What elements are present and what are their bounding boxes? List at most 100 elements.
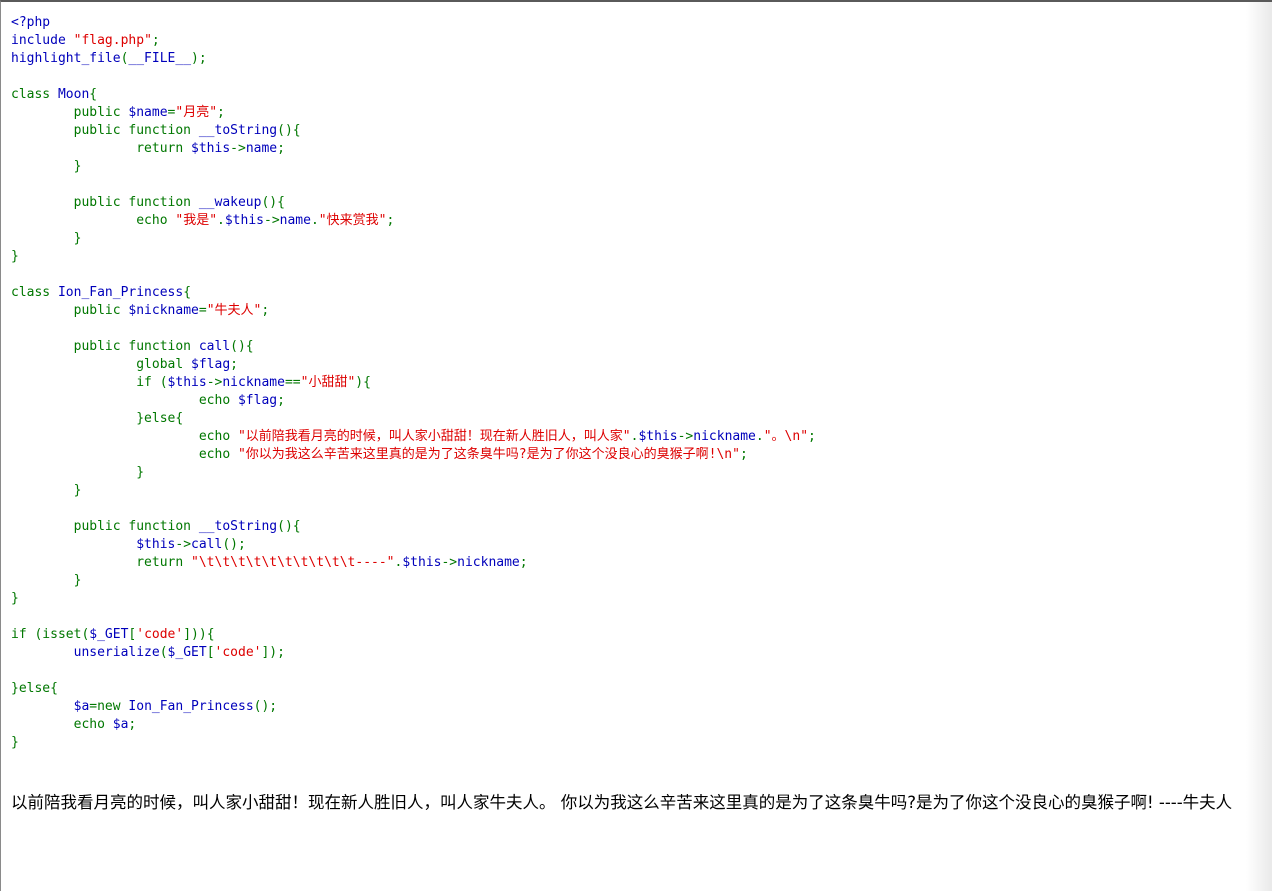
code-token: (); [222,537,246,552]
code-token: ; [261,303,270,318]
code-token: name [245,141,278,156]
php-source-code: <?php include "flag.php"; highlight_file ( _… [11,14,816,752]
code-line: }else{ [11,680,816,698]
code-token: ; [808,429,816,444]
code-token: public [11,105,129,120]
code-token: $_GET [89,627,129,642]
code-token: }else{ [11,411,184,426]
code-token: $this [638,429,678,444]
code-token: $this [11,537,176,552]
code-line: class Moon{ [11,86,816,104]
code-token: "flag.php" [73,33,152,48]
code-line: public function call(){ [11,338,816,356]
code-token: $flag [191,357,231,372]
code-token: (){ [230,339,254,354]
code-line: if ($this->nickname=="小甜甜"){ [11,374,816,392]
code-line: <?php [11,14,816,32]
code-token: -> [264,213,280,228]
right-edge-shadow [1246,2,1272,891]
code-token: } [11,249,19,264]
code-token: echo [11,717,113,732]
code-token: class [11,285,58,300]
code-token: { [183,285,192,300]
code-token: (){ [277,123,301,138]
code-line: } [11,230,816,248]
code-line: echo "我是".$this->name."快来赏我"; [11,212,816,230]
code-token: (); [253,699,278,714]
code-token: $_GET [167,645,207,660]
code-line: public function __toString(){ [11,122,816,140]
code-token: "\t\t\t\t\t\t\t\t\t\t----" [191,555,395,570]
code-token: . [217,213,225,228]
code-token: . [755,429,764,444]
code-token: ])){ [183,627,215,642]
code-token: name [279,213,311,228]
code-token: $this [191,141,231,156]
code-token: (){ [261,195,285,210]
code-token: ){ [355,375,371,390]
code-line: echo $a; [11,716,816,734]
code-token: if (isset( [11,627,90,642]
code-line: $a=new Ion_Fan_Princess(); [11,698,816,716]
code-token: ]); [261,645,285,660]
code-token: 'code' [214,645,262,660]
code-token: Ion_Fan_Princess [128,699,254,714]
code-token: ; [151,33,160,48]
code-token: class [11,87,58,102]
code-token: highlight_file [11,51,121,66]
code-line: echo $flag; [11,392,816,410]
code-token: ; [739,447,748,462]
code-line: } [11,482,816,500]
code-token: nickname [693,429,756,444]
code-line: include "flag.php"; [11,32,816,50]
code-token: call [191,537,223,552]
browser-page: <?php include "flag.php"; highlight_file ( _… [0,0,1272,891]
code-token: -> [230,141,246,156]
code-token: == [284,375,301,390]
code-line: echo "以前陪我看月亮的时候，叫人家小甜甜！现在新人胜旧人，叫人家". $th… [11,428,816,446]
code-token: "我是" [175,213,218,228]
code-token: global [11,357,192,372]
code-token: } [11,573,82,588]
code-token: __FILE__ [128,51,192,66]
code-token: unserialize [11,645,160,660]
code-token: . [310,213,319,228]
code-line: } [11,572,816,590]
code-token: __toString [198,123,278,138]
code-token: call [198,339,231,354]
code-token: } [11,231,82,246]
code-token: -> [206,375,223,390]
code-token: ); [191,51,207,66]
code-token: return [11,141,192,156]
code-token: $name [128,105,168,120]
code-token: ; [386,213,395,228]
code-line: } [11,590,816,608]
code-token: __toString [198,519,278,534]
code-token: -> [677,429,694,444]
code-token: public [11,303,129,318]
code-token: ( [159,645,168,660]
code-token: ; [277,393,285,408]
code-token: $nickname [128,303,199,318]
code-token: $this [167,375,207,390]
code-token: if ( [11,375,168,390]
code-line: if (isset($_GET['code'])){ [11,626,816,644]
code-token: ; [230,357,238,372]
code-token: echo [11,429,238,444]
code-token: <?php [11,15,51,30]
code-line: } [11,248,816,266]
code-token: =new [89,699,129,714]
code-token: }else{ [11,681,58,696]
page-output-text: 以前陪我看月亮的时候，叫人家小甜甜！现在新人胜旧人，叫人家牛夫人。 你以为我这么… [11,793,1233,812]
code-line: public function __toString(){ [11,518,816,536]
code-token: public function [11,123,199,138]
code-line: public $name="月亮"; [11,104,816,122]
code-token: } [11,159,82,174]
code-line: class Ion_Fan_Princess{ [11,284,816,302]
code-token: -> [441,555,458,570]
code-token: 'code' [136,627,184,642]
code-token: [ [206,645,215,660]
